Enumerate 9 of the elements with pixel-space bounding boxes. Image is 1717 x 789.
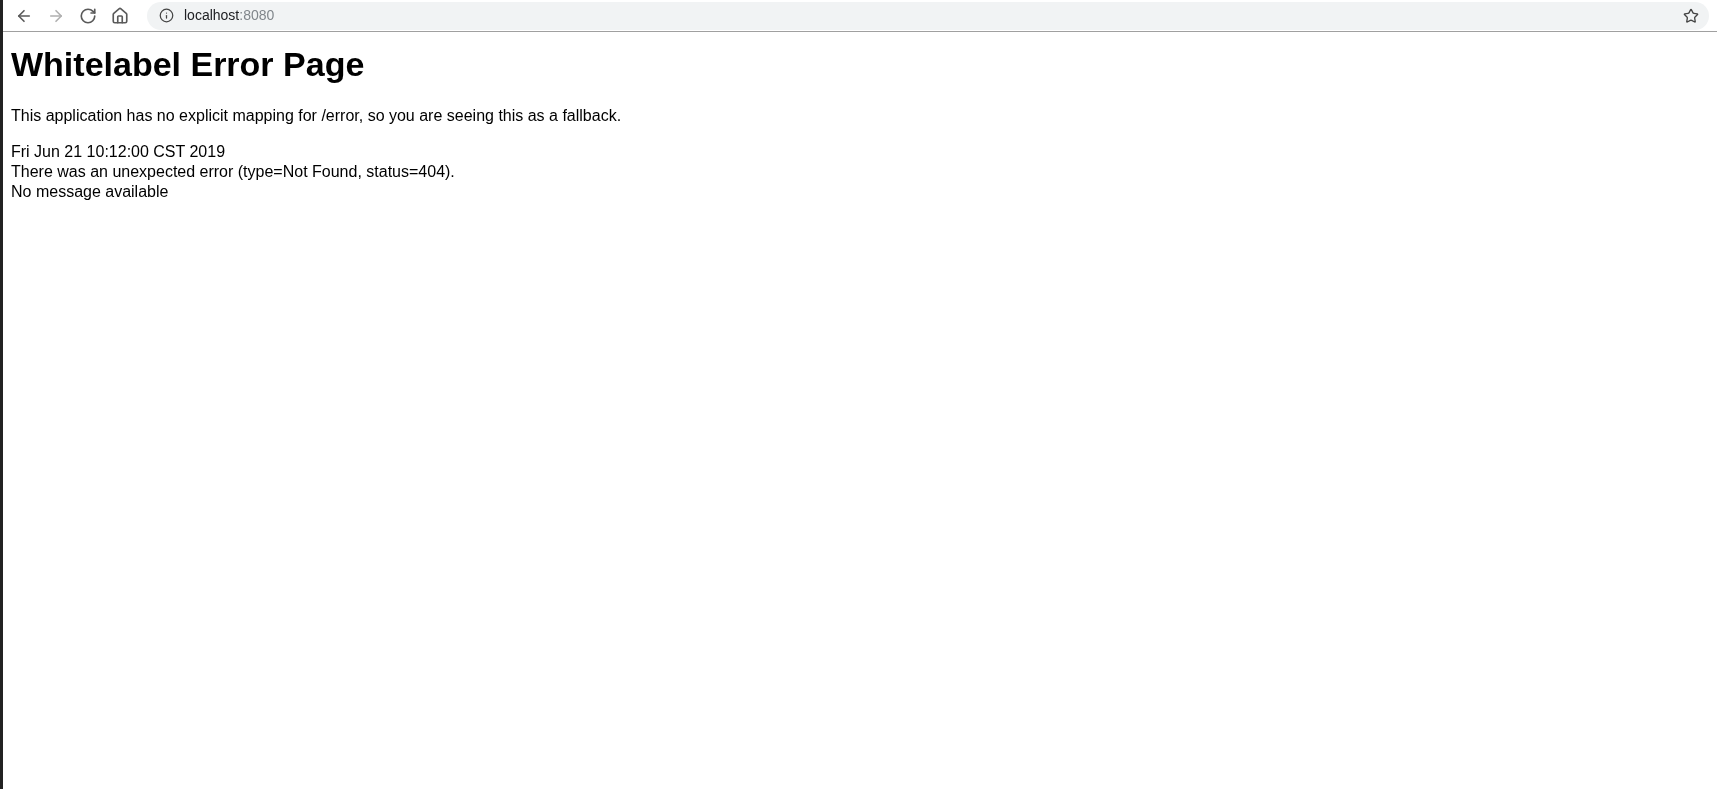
url-text: localhost:8080 (184, 6, 275, 25)
address-bar[interactable]: localhost:8080 (147, 1, 1709, 30)
error-line: No message available (11, 182, 170, 202)
error-line: Fri Jun 21 10:12:00 CST 2019 (11, 142, 227, 162)
page-title: Whitelabel Error Page (11, 44, 366, 84)
intro-paragraph: This application has no explicit mapping for /error, so you are seeing this as a fallback. (11, 106, 623, 126)
error-line: There was an unexpected error (type=Not Found, status=404). (11, 162, 456, 182)
info-icon (159, 8, 174, 23)
bookmark-star-icon[interactable] (1683, 7, 1699, 24)
